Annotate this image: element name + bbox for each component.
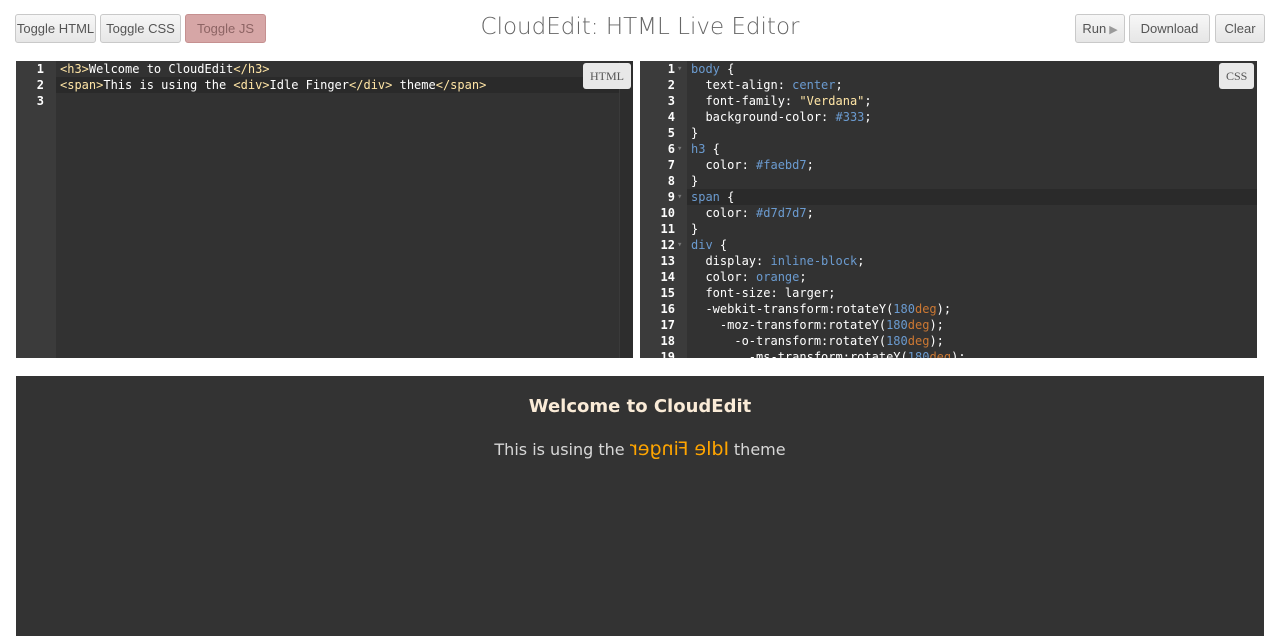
code-line: -o-transform:rotateY(180deg);: [691, 334, 944, 348]
code-line: -moz-transform:rotateY(180deg);: [691, 318, 944, 332]
code-line: text-align: center;: [691, 78, 843, 92]
line-number: 12: [660, 238, 675, 252]
line-number: 13: [660, 254, 675, 268]
line-number: 14: [660, 270, 675, 284]
preview-text: This is using the Idle Finger theme: [16, 438, 1264, 460]
line-number: 1: [667, 62, 675, 76]
code-line: color: #faebd7;: [691, 158, 814, 172]
play-icon: ▶: [1109, 24, 1118, 36]
code-line: <h3>Welcome to CloudEdit</h3>: [60, 62, 270, 76]
html-editor[interactable]: 1 2 3 <h3>Welcome to CloudEdit</h3> <spa…: [16, 61, 633, 358]
line-number: 17: [660, 318, 675, 332]
toggle-html-button[interactable]: Toggle HTML: [15, 14, 96, 43]
line-number: 15: [660, 286, 675, 300]
fold-arrow-icon[interactable]: ▾: [677, 237, 682, 253]
clear-button[interactable]: Clear: [1215, 14, 1265, 43]
code-line: body {: [691, 62, 735, 76]
line-number: 2: [667, 78, 675, 92]
code-line: }: [691, 174, 699, 188]
toggle-js-button[interactable]: Toggle JS: [185, 14, 266, 43]
code-line: -ms-transform:rotateY(180deg);: [691, 350, 966, 358]
code-line: display: inline-block;: [691, 254, 865, 268]
preview-text-before: This is using the: [494, 440, 630, 459]
line-number: 3: [36, 94, 44, 108]
code-line: font-size: larger;: [691, 286, 836, 300]
line-number: 16: [660, 302, 675, 316]
line-number: 11: [660, 222, 675, 236]
code-line: div {: [691, 238, 728, 252]
run-button[interactable]: Run ▶: [1075, 14, 1125, 43]
line-number: 19: [660, 350, 675, 358]
code-line: color: #d7d7d7;: [691, 206, 814, 220]
line-number: 18: [660, 334, 675, 348]
code-line: h3 {: [691, 142, 720, 156]
toggle-css-button[interactable]: Toggle CSS: [100, 14, 181, 43]
line-number: 1: [36, 62, 44, 76]
line-number: 5: [667, 126, 675, 140]
preview-heading: Welcome to CloudEdit: [528, 396, 752, 417]
fold-arrow-icon[interactable]: ▾: [677, 61, 682, 77]
code-line: <span>This is using the <div>Idle Finger…: [60, 78, 487, 92]
line-number: 2: [36, 78, 44, 92]
css-editor[interactable]: 1 2 3 4 5 6 7 8 9 10 11 12 13 14 15 16 1…: [640, 61, 1257, 358]
active-line-highlight: [687, 189, 1257, 205]
run-label: Run: [1082, 21, 1107, 36]
preview-flipped-text: Idle Finger: [629, 438, 729, 460]
code-line: }: [691, 222, 699, 236]
line-number: 3: [667, 94, 675, 108]
fold-arrow-icon[interactable]: ▾: [677, 141, 682, 157]
line-number: 7: [667, 158, 675, 172]
line-number: 8: [667, 174, 675, 188]
toolbar: Toggle HTML Toggle CSS Toggle JS CloudEd…: [0, 0, 1280, 60]
download-button[interactable]: Download: [1129, 14, 1210, 43]
fold-arrow-icon[interactable]: ▾: [677, 189, 682, 205]
code-line: span {: [691, 190, 735, 204]
code-line: color: orange;: [691, 270, 807, 284]
line-number: 9: [667, 190, 675, 204]
preview-pane: Welcome to CloudEdit This is using the I…: [16, 376, 1264, 636]
preview-text-after: theme: [728, 440, 786, 459]
line-number: 4: [667, 110, 675, 124]
code-line: -webkit-transform:rotateY(180deg);: [691, 302, 952, 316]
code-line: background-color: #333;: [691, 110, 872, 124]
css-badge: CSS: [1219, 63, 1255, 89]
html-badge: HTML: [583, 63, 631, 89]
html-scrollbar[interactable]: [619, 61, 633, 358]
line-number: 10: [660, 206, 675, 220]
line-number: 6: [667, 142, 675, 156]
code-line: }: [691, 126, 699, 140]
code-line: font-family: "Verdana";: [691, 94, 872, 108]
